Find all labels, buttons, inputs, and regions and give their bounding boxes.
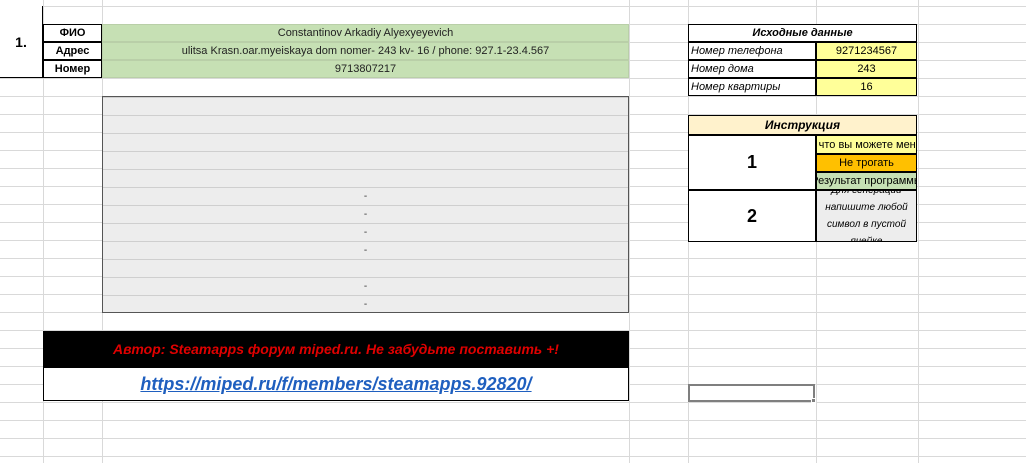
link-cell[interactable]: https://miped.ru/f/members/steamapps.928… (43, 367, 629, 401)
result-row[interactable] (103, 151, 628, 169)
fio-label[interactable]: ФИО (43, 24, 102, 42)
address-label[interactable]: Адрес (43, 42, 102, 60)
grid-column-line (918, 0, 919, 463)
result-row[interactable] (103, 97, 628, 115)
result-row[interactable] (103, 133, 628, 151)
result-area[interactable]: ------ (102, 96, 629, 313)
result-row[interactable] (103, 169, 628, 187)
house-label[interactable]: Номер дома (688, 60, 816, 78)
result-row[interactable]: - (103, 205, 628, 223)
flat-input[interactable]: 16 (816, 78, 917, 96)
fill-handle[interactable] (811, 398, 816, 403)
address-value[interactable]: ulitsa Krasn.oar.myeiskaya dom nomer- 24… (102, 42, 629, 60)
author-link[interactable]: https://miped.ru/f/members/steamapps.928… (140, 374, 531, 395)
flat-label[interactable]: Номер квартиры (688, 78, 816, 96)
legend-editable[interactable]: То, что вы можете менять (816, 135, 917, 154)
step-2-description[interactable]: Для генерации напишите любой символ в пу… (816, 190, 917, 242)
author-banner[interactable]: Автор: Steamapps форум miped.ru. Не забу… (43, 331, 629, 367)
house-input[interactable]: 243 (816, 60, 917, 78)
result-row[interactable]: - (103, 187, 628, 205)
instruction-title[interactable]: Инструкция (688, 115, 917, 135)
phone-label[interactable]: Номер телефона (688, 42, 816, 60)
number-value[interactable]: 9713807217 (102, 60, 629, 78)
legend-do-not-touch[interactable]: Не трогать (816, 154, 917, 172)
record-number[interactable]: 1. (0, 6, 43, 78)
grid-row-line (0, 438, 1026, 439)
legend-result[interactable]: Результат программы (816, 172, 917, 190)
result-row[interactable]: - (103, 295, 628, 312)
selected-cell[interactable] (688, 384, 815, 402)
result-row[interactable]: - (103, 277, 628, 295)
step-2-number[interactable]: 2 (688, 190, 816, 242)
grid-row-line (0, 402, 1026, 403)
grid-row-line (0, 6, 1026, 7)
source-title[interactable]: Исходные данные (688, 24, 917, 42)
fio-value[interactable]: Constantinov Arkadiy Alyexyeyevich (102, 24, 629, 42)
result-row[interactable] (103, 259, 628, 277)
grid-column-line (629, 0, 630, 463)
number-label[interactable]: Номер (43, 60, 102, 78)
step-1-number[interactable]: 1 (688, 135, 816, 190)
result-row[interactable]: - (103, 241, 628, 259)
result-row[interactable] (103, 115, 628, 133)
result-row[interactable]: - (103, 223, 628, 241)
grid-row-line (0, 420, 1026, 421)
grid-row-line (0, 456, 1026, 457)
phone-input[interactable]: 9271234567 (816, 42, 917, 60)
